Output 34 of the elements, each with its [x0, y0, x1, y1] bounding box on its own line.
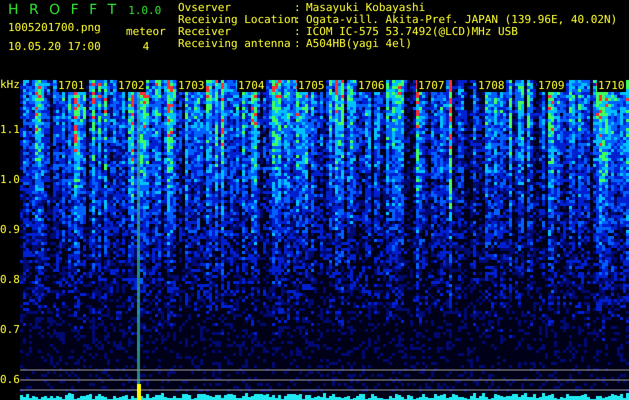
- frequency-label: 0.6: [0, 373, 20, 386]
- frequency-label: 1.0: [0, 173, 20, 186]
- frequency-label: 1.1: [0, 123, 20, 136]
- filename-label: 1005201700.png: [8, 21, 102, 34]
- unit-label: kHz: [0, 78, 20, 91]
- version-label: 1.0.0: [128, 4, 162, 17]
- info-value: ICOM IC-575 53.7492(@LCD)MHz USB: [306, 26, 518, 38]
- frequency-label: 0.7: [0, 323, 20, 336]
- time-label: 1704: [237, 80, 266, 92]
- separator-colon: :: [294, 2, 302, 14]
- datetime-label: 10.05.20 17:00: [8, 40, 102, 53]
- counter-label: meteor: [126, 25, 166, 38]
- frequency-label: 0.9: [0, 223, 20, 236]
- info-label: Receiving Location: [178, 14, 294, 26]
- time-label: 1703: [177, 80, 206, 92]
- counter-value: 4: [142, 40, 150, 53]
- info-value: Masayuki Kobayashi: [306, 2, 426, 14]
- separator-colon: :: [294, 26, 302, 38]
- time-label: 1701: [57, 80, 86, 92]
- time-label: 1708: [477, 80, 506, 92]
- time-label: 1707: [417, 80, 446, 92]
- app-title: H R O F F T: [8, 2, 118, 18]
- info-label: Receiver: [178, 26, 231, 38]
- time-label: 1706: [357, 80, 386, 92]
- info-label: Ovserver: [178, 2, 232, 14]
- info-value: A504HB(yagi 4el): [306, 38, 412, 50]
- separator-colon: :: [294, 38, 302, 50]
- frequency-label: 0.8: [0, 273, 20, 286]
- time-label: 1702: [117, 80, 146, 92]
- time-label: 1709: [537, 80, 566, 92]
- info-label: Receiving antenna: [178, 38, 292, 50]
- time-label: 1710: [597, 80, 626, 92]
- time-label: 1705: [297, 80, 326, 92]
- info-value: Ogata-vill. Akita-Pref. JAPAN (139.96E, 40.02N): [306, 14, 618, 26]
